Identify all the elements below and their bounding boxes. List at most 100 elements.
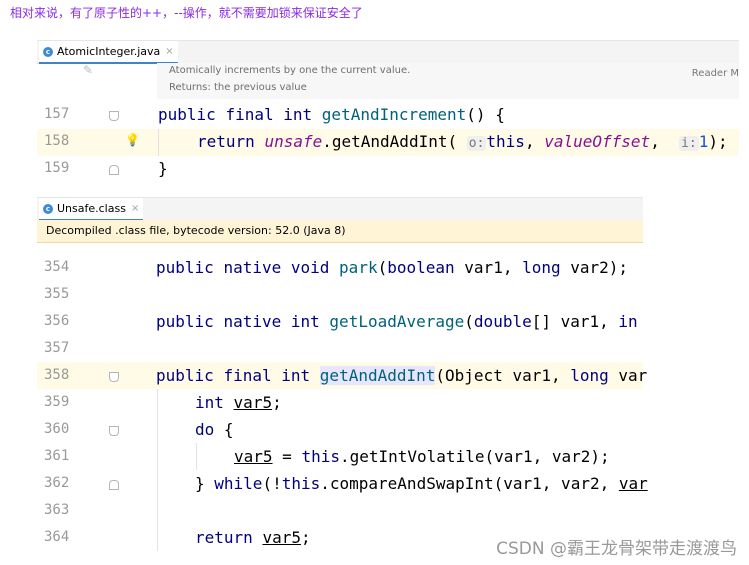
variable: var5 <box>233 393 273 412</box>
indent-guide <box>157 524 158 551</box>
code-row: 359 int var5; <box>37 389 643 416</box>
code-token: var1, <box>454 258 523 277</box>
fold-icon[interactable] <box>109 480 119 490</box>
keyword: this <box>301 447 340 466</box>
keyword: boolean <box>387 258 455 277</box>
line-number: 157 <box>44 106 70 122</box>
indent-guide <box>157 389 158 416</box>
code-line-358: public final int getAndAddInt(Object var… <box>156 366 647 385</box>
line-number: 159 <box>44 160 70 176</box>
code-row-current: 358 public final int getAndAddInt(Object… <box>37 362 647 389</box>
code-token: var2); <box>560 258 629 277</box>
keyword: while <box>214 474 263 493</box>
keyword: do <box>195 420 215 439</box>
code-token: , <box>524 132 535 151</box>
keyword: double <box>473 312 532 331</box>
watermark: CSDN @霸王龙骨架带走渡渡鸟 <box>496 539 737 559</box>
code-row: 355 <box>37 281 643 308</box>
keyword: void <box>290 258 330 277</box>
keyword: int <box>283 105 313 124</box>
indent-guide <box>157 443 158 470</box>
code-token: ( <box>377 258 388 277</box>
code-token: , <box>650 132 660 151</box>
method-call: getAndAddInt( <box>331 132 458 151</box>
line-number: 357 <box>44 340 70 356</box>
code-line-157: public final int getAndIncrement() { <box>158 105 505 124</box>
pencil-icon[interactable]: ✎ <box>83 63 93 77</box>
variable: var5 <box>234 447 273 466</box>
keyword: public <box>156 312 214 331</box>
code-row: 363 <box>37 497 643 524</box>
decompiled-notice: Decompiled .class file, bytecode version… <box>37 220 643 243</box>
keyword: this <box>486 132 525 151</box>
keyword: return <box>195 528 253 547</box>
code-line-361: var5 = this.getIntVolatile(var1, var2); <box>234 447 610 466</box>
line-number: 363 <box>44 502 70 518</box>
field-name: unsafe <box>264 132 323 151</box>
indent-guide <box>157 497 158 524</box>
code-token: (Object var1, <box>435 366 571 385</box>
fold-icon[interactable] <box>109 426 119 436</box>
code-line-364: return var5; <box>195 528 311 547</box>
code-token: .getIntVolatile(var1, var2); <box>339 447 610 466</box>
line-number: 355 <box>44 286 70 302</box>
variable: var <box>618 474 648 493</box>
line-number: 364 <box>44 529 70 545</box>
doc-line-2: Returns: the previous value <box>169 82 307 93</box>
code-row: 361 var5 = this.getIntVolatile(var1, var… <box>37 443 643 470</box>
code-row: 357 <box>37 335 643 362</box>
keyword: int <box>290 312 320 331</box>
editor-atomicinteger: c AtomicInteger.java × ✎ Atomically incr… <box>37 40 739 183</box>
class-icon: c <box>43 203 53 214</box>
indent-guide <box>158 129 159 156</box>
code-row: 157 public final int getAndIncrement() { <box>37 102 739 129</box>
keyword: int <box>281 366 311 385</box>
indent-guide <box>196 443 197 470</box>
code-token: (! <box>262 474 282 493</box>
keyword: in <box>618 312 638 331</box>
close-icon[interactable]: × <box>131 203 139 214</box>
code-line-158: return unsafe.getAndAddInt( o: this, valu… <box>197 132 728 151</box>
code-token: ( <box>464 312 474 331</box>
param-hint: o: <box>466 136 487 151</box>
code-row: 159 } <box>37 156 739 183</box>
code-token: () { <box>466 105 505 124</box>
doc-line-1: Atomically increments by one the current… <box>169 65 411 76</box>
keyword: public <box>158 105 216 124</box>
keyword: native <box>223 258 282 277</box>
code-row-current: 158 💡 return unsafe.getAndAddInt( o: this… <box>37 129 739 156</box>
editor-unsafe: c Unsafe.class × Decompiled .class file,… <box>37 197 648 559</box>
reader-mode-toggle[interactable]: Reader M <box>692 68 739 79</box>
code-row: 362 } while(!this.compareAndSwapInt(var1… <box>37 470 648 497</box>
lightbulb-icon[interactable]: 💡 <box>125 133 140 147</box>
fold-icon[interactable] <box>109 165 119 175</box>
fold-icon[interactable] <box>109 372 119 382</box>
keyword: final <box>223 366 272 385</box>
code-row: 360 do { <box>37 416 643 443</box>
tab-bar: c Unsafe.class × <box>37 198 643 221</box>
tab-label: Unsafe.class <box>57 202 126 215</box>
keyword: return <box>197 132 255 151</box>
indent-guide <box>157 416 158 443</box>
tab-label: AtomicInteger.java <box>57 45 161 58</box>
keyword: int <box>195 393 224 412</box>
keyword: final <box>225 105 274 124</box>
code-token: .compareAndSwapInt(var1, var2, <box>320 474 619 493</box>
javadoc-block: Atomically increments by one the current… <box>157 63 739 99</box>
keyword: public <box>156 258 214 277</box>
number-literal: 1 <box>698 132 709 151</box>
line-number: 356 <box>44 313 70 329</box>
code-row: 354 public native void park(boolean var1… <box>37 254 643 281</box>
line-number: 354 <box>44 259 70 275</box>
tab-unsafe-class[interactable]: c Unsafe.class × <box>39 198 144 221</box>
code-token: ; <box>300 528 311 547</box>
code-token: = <box>272 447 302 466</box>
code-token: } <box>195 474 215 493</box>
code-line-356: public native int getLoadAverage(double[… <box>156 312 638 331</box>
code-row: 356 public native int getLoadAverage(dou… <box>37 308 643 335</box>
fold-icon[interactable] <box>109 111 119 121</box>
variable: var5 <box>262 528 301 547</box>
tab-atomicinteger[interactable]: c AtomicInteger.java × <box>39 41 178 64</box>
close-icon[interactable]: × <box>165 46 173 57</box>
keyword: this <box>281 474 321 493</box>
